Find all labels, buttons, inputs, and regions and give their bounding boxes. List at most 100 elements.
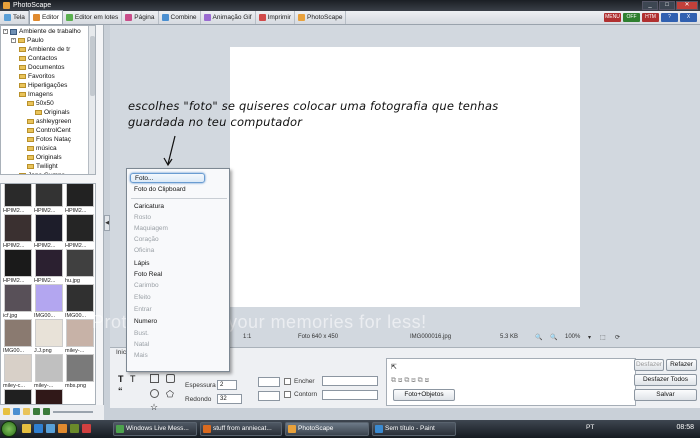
thumbnail-image[interactable]	[4, 214, 32, 242]
tree-node[interactable]: Hiperligações	[19, 81, 67, 90]
circle-icon[interactable]	[150, 389, 159, 398]
tree-node[interactable]: Originals	[35, 108, 70, 117]
redondo-input[interactable]: 32	[217, 394, 242, 404]
thumbnail-image[interactable]	[4, 319, 32, 347]
start-button[interactable]	[1, 421, 17, 437]
thumbnail-item[interactable]: HPIM2...	[65, 184, 95, 215]
menu-item-maquiagem[interactable]: Maquiagem	[134, 224, 168, 234]
quicklaunch-explorer-icon[interactable]	[22, 424, 31, 433]
thumbnail-item[interactable]: HPIM2...	[3, 248, 33, 285]
thumbnail-item[interactable]: HPIM2...	[3, 213, 33, 250]
tree-node[interactable]: Jane Gumps	[19, 171, 65, 174]
thumbnail-image[interactable]	[66, 319, 94, 347]
folder-up-icon[interactable]	[13, 408, 20, 415]
back-arrow-icon[interactable]	[33, 408, 40, 415]
tree-node-desktop[interactable]: - Ambiente de trabalho	[3, 27, 81, 36]
top-icon-4[interactable]: X	[680, 13, 697, 22]
forward-arrow-icon[interactable]	[43, 408, 50, 415]
thumbnail-item[interactable]: IMG00...	[65, 283, 95, 320]
thumbnail-item[interactable]: HPIM2...	[3, 184, 33, 215]
outline-color-dropdown[interactable]	[322, 390, 378, 400]
tab-editor-em-lotes[interactable]: Editor em lotes	[63, 11, 123, 24]
close-button[interactable]: ✕	[676, 1, 698, 10]
encher-checkbox[interactable]	[284, 378, 291, 385]
save-button[interactable]: Salvar	[634, 389, 697, 401]
tree-node[interactable]: ControlCent	[27, 126, 71, 135]
thumbnail-item[interactable]: miley-c...	[3, 353, 33, 390]
taskbar-task[interactable]: Sem título - Paint	[372, 422, 456, 436]
menu-item-rosto[interactable]: Rosto	[134, 213, 151, 223]
taskbar-task[interactable]: Windows Live Mess...	[113, 422, 197, 436]
tab-imprimir[interactable]: Imprimir	[256, 11, 296, 24]
tab-combine[interactable]: Combine	[159, 11, 201, 24]
thumbnail-image[interactable]	[35, 389, 63, 404]
thumbnail-image[interactable]	[66, 184, 94, 207]
top-icon-2[interactable]: HTM	[642, 13, 659, 22]
thumbnail-image[interactable]	[35, 284, 63, 312]
thumbnail-item[interactable]: icf.jpg	[3, 283, 33, 320]
menu-item-efeito[interactable]: Efeito	[134, 293, 151, 303]
thumbnail-item[interactable]: HPIM2...	[34, 248, 64, 285]
menu-item-foto-real[interactable]: Foto Real	[134, 270, 162, 280]
thumbnail-item[interactable]: mbs.png	[65, 353, 95, 390]
tab-photoscape[interactable]: PhotoScape	[295, 11, 347, 24]
clock[interactable]: 08:58	[676, 424, 694, 431]
line-width-dropdown[interactable]	[258, 391, 280, 401]
tree-node[interactable]: 50x50	[27, 99, 54, 108]
quicklaunch-media-icon[interactable]	[70, 424, 79, 433]
fit-icon[interactable]: ⬚	[600, 334, 606, 341]
zoom-in-icon[interactable]: 🔍	[550, 334, 557, 341]
folder-icon[interactable]	[23, 408, 30, 415]
fill-color-dropdown[interactable]	[322, 376, 378, 386]
tab-editor[interactable]: Editor	[28, 10, 63, 24]
tab-p-gina[interactable]: Página	[122, 11, 159, 24]
zoom-level[interactable]: 100%	[565, 334, 580, 340]
taskbar-task[interactable]: stuff from anniecat...	[200, 422, 282, 436]
scroll-thumb[interactable]	[90, 36, 95, 96]
thumbnail-image[interactable]	[66, 284, 94, 312]
thumbnail-size-slider[interactable]	[53, 410, 93, 413]
menu-item-caricatura[interactable]: Caricatura	[134, 202, 164, 212]
pentagon-icon[interactable]: ⬠	[166, 389, 174, 400]
thumbnail-item[interactable]: HPIM2...	[34, 213, 64, 250]
redo-button[interactable]: Refazer	[666, 359, 697, 371]
thumbnail-image[interactable]	[66, 214, 94, 242]
panel-tab-label[interactable]: Inic	[116, 349, 126, 356]
espessura-input[interactable]: 2	[217, 380, 237, 390]
cursor-icon[interactable]: ⇱	[391, 363, 397, 371]
top-icon-1[interactable]: OFF	[623, 13, 640, 22]
top-icon-0[interactable]: MENU	[604, 13, 621, 22]
photo-canvas[interactable]	[230, 47, 580, 307]
menu-item-cora-o[interactable]: Coração	[134, 235, 159, 245]
thumbnail-item[interactable]: miley-...	[34, 353, 64, 390]
thumbnail-image[interactable]	[35, 319, 63, 347]
tree-node[interactable]: Imagens	[19, 90, 53, 99]
thumbnail-item[interactable]: IMG00...	[3, 318, 33, 355]
zoom-out-icon[interactable]: 🔍	[535, 334, 542, 341]
rectangle-icon[interactable]	[150, 374, 159, 383]
menu-item-entrar[interactable]: Entrar	[134, 305, 152, 315]
menu-item-carimbo[interactable]: Carimbo	[134, 281, 159, 291]
tree-node[interactable]: Contactos	[19, 54, 57, 63]
thumbnail-item[interactable]: HPIM2...	[34, 184, 64, 215]
top-icon-3[interactable]: ?	[661, 13, 678, 22]
text-tool-icon[interactable]: T	[118, 374, 124, 384]
menu-item-foto[interactable]: Foto...	[130, 173, 205, 183]
object-insert-menu[interactable]: Foto... Foto do Clipboard Caricatura Rosto M…	[126, 168, 230, 372]
thumbnail-item[interactable]: IMG00...	[34, 283, 64, 320]
thumbnail-image[interactable]	[35, 249, 63, 277]
menu-item-numero[interactable]: Numero	[134, 317, 157, 327]
thumbnail-item[interactable]: HPIM2...	[65, 213, 95, 250]
object-tools-icons[interactable]: ⧉ ⧈ ⧉ ⧈ ⧉ ⧈	[391, 377, 429, 385]
thumbnail-item[interactable]: miley-...	[65, 318, 95, 355]
thumbnail-image[interactable]	[35, 354, 63, 382]
tree-node[interactable]: Ambiente de tr	[19, 45, 70, 54]
undo-all-button[interactable]: Desfazer Todos	[634, 374, 697, 386]
thumbnail-item[interactable]: hu.jpg	[65, 248, 95, 285]
text-style-icon[interactable]: T	[130, 374, 136, 384]
rounded-rect-icon[interactable]	[166, 374, 175, 383]
undo-button[interactable]: Desfazer	[634, 359, 664, 371]
quicklaunch-ie-icon[interactable]	[34, 424, 43, 433]
quicklaunch-app-icon[interactable]	[82, 424, 91, 433]
thumbnail-image[interactable]	[66, 249, 94, 277]
